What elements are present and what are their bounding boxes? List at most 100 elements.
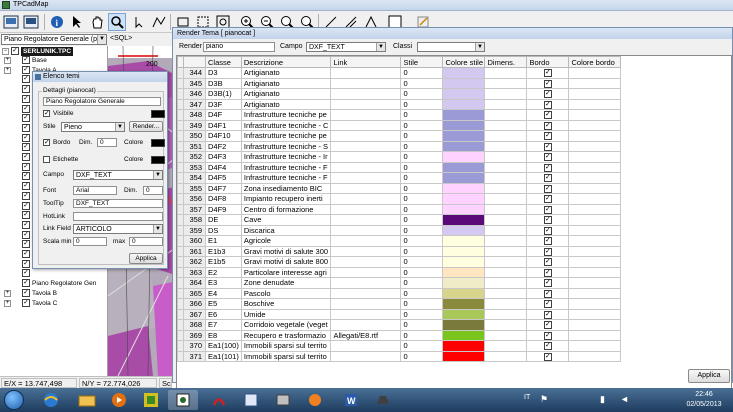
bordo-checkbox[interactable]: ✓: [543, 174, 552, 183]
table-row[interactable]: 354 D4F5 Infrastrutture tecniche - F 0 ✓: [177, 172, 622, 184]
cell-stile[interactable]: 0: [400, 287, 444, 299]
cell-classe[interactable]: D4F2: [205, 140, 242, 152]
cell-stile[interactable]: 0: [400, 203, 444, 215]
cell-colore-bordo[interactable]: [568, 287, 622, 299]
elenco-temi-titlebar[interactable]: Elenco temi: [33, 72, 167, 82]
campo-select[interactable]: DXF_TEXT ▼: [73, 170, 163, 180]
cell-dimens[interactable]: [484, 67, 528, 79]
visibile-checkbox[interactable]: ✓: [43, 110, 50, 117]
etichette-color-swatch[interactable]: [151, 156, 165, 164]
tree-item-checkbox[interactable]: ✓: [22, 94, 30, 103]
cell-bordo[interactable]: ✓: [526, 182, 570, 194]
cell-colore-bordo[interactable]: [568, 151, 622, 163]
tree-item[interactable]: ✓ Piano Regolatore Gen: [0, 279, 107, 288]
bordo-checkbox[interactable]: ✓: [543, 310, 552, 319]
cell-bordo[interactable]: ✓: [526, 172, 570, 184]
table-row[interactable]: 351 D4F2 Infrastrutture tecniche - S 0 ✓: [177, 140, 622, 152]
cell-dimens[interactable]: [484, 109, 528, 121]
cell-row-number[interactable]: 363: [183, 266, 206, 278]
cell-stile[interactable]: 0: [400, 224, 444, 236]
polyline-icon[interactable]: [150, 13, 168, 31]
cell-stile[interactable]: 0: [400, 245, 444, 257]
cell-link[interactable]: [330, 98, 402, 110]
cell-dimens[interactable]: [484, 287, 528, 299]
word-icon[interactable]: W: [336, 390, 366, 410]
media-player-icon[interactable]: [104, 390, 134, 410]
cell-row-number[interactable]: 367: [183, 308, 206, 320]
cell-colore-bordo[interactable]: [568, 88, 622, 100]
tree-item-checkbox[interactable]: ✓: [22, 143, 30, 152]
cell-link[interactable]: [330, 266, 402, 278]
tree-item-checkbox[interactable]: ✓: [22, 56, 30, 64]
cell-dimens[interactable]: [484, 130, 528, 142]
header-dimens[interactable]: Dimens.: [484, 56, 528, 68]
cell-classe[interactable]: D4F1: [205, 119, 242, 131]
cell-row-number[interactable]: 350: [183, 130, 206, 142]
cell-stile[interactable]: 0: [400, 67, 444, 79]
cell-row-number[interactable]: 344: [183, 67, 206, 79]
bordo-checkbox[interactable]: ✓: [543, 247, 552, 256]
pan-hand-icon[interactable]: [88, 13, 106, 31]
render-campo-select[interactable]: DXF_TEXT ▼: [306, 42, 386, 52]
cell-stile[interactable]: 0: [400, 140, 444, 152]
cell-descrizione[interactable]: Impianto recupero inerti: [240, 193, 332, 205]
table-row[interactable]: 366 E5 Boschive 0 ✓: [177, 298, 622, 310]
cell-descrizione[interactable]: Gravi motivi di salute 800: [240, 256, 332, 268]
bordo-checkbox[interactable]: ✓: [543, 184, 552, 193]
cell-colore-stile[interactable]: [442, 235, 486, 247]
cell-link[interactable]: [330, 340, 402, 352]
cell-link[interactable]: [330, 88, 402, 100]
cell-descrizione[interactable]: Infrastrutture tecniche pe: [240, 130, 332, 142]
cell-row-number[interactable]: 368: [183, 319, 206, 331]
bordo-checkbox[interactable]: ✓: [543, 342, 552, 351]
cell-classe[interactable]: DS: [205, 224, 242, 236]
cell-descrizione[interactable]: Infrastrutture tecniche - Ir: [240, 151, 332, 163]
clock[interactable]: 22:46 02/05/2013: [684, 390, 724, 410]
cell-colore-bordo[interactable]: [568, 172, 622, 184]
render-tema-title[interactable]: Render Tema [ pianocat ]: [173, 28, 732, 39]
header-descrizione[interactable]: Descrizione: [240, 56, 332, 68]
cell-bordo[interactable]: ✓: [526, 308, 570, 320]
cell-row-number[interactable]: 358: [183, 214, 206, 226]
tooltip-field[interactable]: DXF_TEXT: [73, 199, 163, 208]
cell-stile[interactable]: 0: [400, 172, 444, 184]
tree-item-checkbox[interactable]: ✓: [22, 65, 30, 74]
tray-language[interactable]: IT: [524, 394, 530, 401]
cell-descrizione[interactable]: Agricole: [240, 235, 332, 247]
tree-item-checkbox[interactable]: ✓: [22, 269, 30, 278]
cell-classe[interactable]: D4F5: [205, 172, 242, 184]
render-button[interactable]: Render...: [129, 121, 163, 132]
cell-dimens[interactable]: [484, 161, 528, 173]
cell-link[interactable]: [330, 308, 402, 320]
table-row[interactable]: 363 E2 Particolare interesse agri 0 ✓: [177, 266, 622, 278]
cell-row-number[interactable]: 359: [183, 224, 206, 236]
cell-bordo[interactable]: ✓: [526, 140, 570, 152]
bordo-checkbox[interactable]: ✓: [543, 216, 552, 225]
cell-colore-bordo[interactable]: [568, 140, 622, 152]
tpcadmap-task-icon[interactable]: [168, 390, 198, 410]
bordo-color-swatch[interactable]: [151, 139, 165, 147]
cell-colore-bordo[interactable]: [568, 193, 622, 205]
bordo-checkbox[interactable]: ✓: [543, 331, 552, 340]
cell-link[interactable]: [330, 287, 402, 299]
cell-dimens[interactable]: [484, 256, 528, 268]
cell-classe[interactable]: E4: [205, 287, 242, 299]
table-row[interactable]: 347 D3F Artigianato 0 ✓: [177, 98, 622, 110]
cell-dimens[interactable]: [484, 88, 528, 100]
font-field[interactable]: Arial: [73, 186, 117, 195]
cell-row-number[interactable]: 370: [183, 340, 206, 352]
cell-stile[interactable]: 0: [400, 266, 444, 278]
table-row[interactable]: 362 E1b5 Gravi motivi di salute 800 0 ✓: [177, 256, 622, 268]
table-row[interactable]: 364 E3 Zone denudate 0 ✓: [177, 277, 622, 289]
table-row[interactable]: 369 E8 Recupero e trasformazio Allegati/E8.…: [177, 329, 622, 341]
cell-colore-stile[interactable]: [442, 182, 486, 194]
tree-item-checkbox[interactable]: ✓: [22, 75, 30, 84]
cell-dimens[interactable]: [484, 203, 528, 215]
cell-colore-stile[interactable]: [442, 67, 486, 79]
cell-bordo[interactable]: ✓: [526, 329, 570, 341]
tree-item-checkbox[interactable]: ✓: [22, 259, 30, 268]
cell-bordo[interactable]: ✓: [526, 161, 570, 173]
cell-classe[interactable]: E3: [205, 277, 242, 289]
cell-link[interactable]: [330, 151, 402, 163]
app-icon-gray[interactable]: [268, 390, 298, 410]
